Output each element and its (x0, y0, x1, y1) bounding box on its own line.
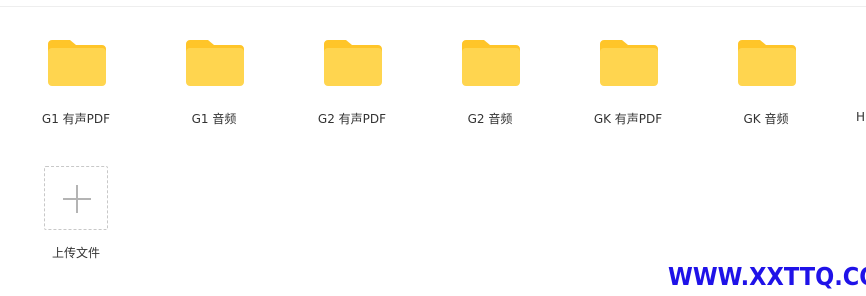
folder-label: H (856, 110, 866, 124)
folder-icon (48, 40, 106, 86)
folder-label: G2 音频 (467, 112, 513, 126)
watermark-text: WWW.XXTTQ.COM (668, 262, 866, 291)
folder-icon (186, 40, 244, 86)
folder-icon (738, 40, 796, 86)
folder-icon (462, 40, 520, 86)
folder-item-gk-pdf[interactable]: GK 有声PDF (568, 34, 688, 134)
folder-item-g2-audio[interactable]: G2 音频 (430, 34, 550, 134)
upload-file-button[interactable] (44, 166, 108, 230)
folder-item-g1-audio[interactable]: G1 音频 (154, 34, 274, 134)
folder-item-partial[interactable]: H (848, 34, 866, 134)
folder-item-gk-audio[interactable]: GK 音频 (706, 34, 826, 134)
folder-label: G2 有声PDF (317, 112, 387, 126)
top-divider (0, 6, 866, 7)
folder-label: GK 有声PDF (593, 112, 663, 126)
plus-icon (63, 185, 91, 213)
folder-label: GK 音频 (743, 112, 789, 126)
upload-file-label: 上传文件 (51, 246, 100, 260)
folder-item-g2-pdf[interactable]: G2 有声PDF (292, 34, 412, 134)
folder-icon (600, 40, 658, 86)
folder-item-g1-pdf[interactable]: G1 有声PDF (16, 34, 136, 134)
folder-label: G1 音频 (191, 112, 237, 126)
folder-label: G1 有声PDF (41, 112, 111, 126)
folder-icon (324, 40, 382, 86)
